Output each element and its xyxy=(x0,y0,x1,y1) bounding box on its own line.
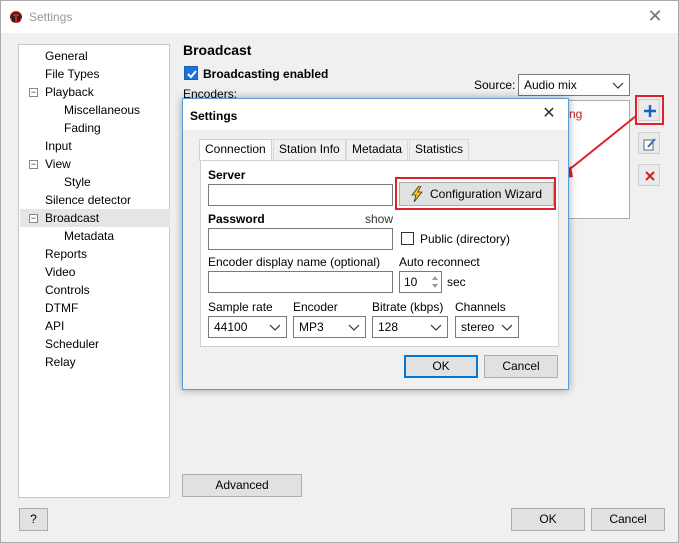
chevron-down-icon xyxy=(269,324,281,331)
collapse-playback-icon[interactable]: − xyxy=(29,88,38,97)
spinner-arrows-icon[interactable] xyxy=(431,274,439,290)
chevron-down-icon xyxy=(348,324,360,331)
tree-item-style[interactable]: Style xyxy=(64,173,91,191)
sample-rate-value: 44100 xyxy=(214,320,248,334)
tree-item-silence-detector[interactable]: Silence detector xyxy=(45,191,131,209)
tree-item-api[interactable]: API xyxy=(45,317,64,335)
channels-select[interactable]: stereo xyxy=(455,316,519,338)
tree-item-broadcast-row[interactable]: − Broadcast xyxy=(20,209,170,227)
tree-item-relay[interactable]: Relay xyxy=(45,353,76,371)
display-name-input[interactable] xyxy=(208,271,393,293)
server-label: Server xyxy=(208,168,246,182)
tree-item-view[interactable]: View xyxy=(45,155,71,173)
tree-item-metadata[interactable]: Metadata xyxy=(64,227,114,245)
lightning-icon xyxy=(411,186,423,202)
tree-item-reports[interactable]: Reports xyxy=(45,245,87,263)
tab-station-info[interactable]: Station Info xyxy=(273,139,346,160)
help-button[interactable]: ? xyxy=(19,508,48,531)
tree-item-controls[interactable]: Controls xyxy=(45,281,90,299)
window-title: Settings xyxy=(29,10,73,24)
app-icon xyxy=(10,11,22,23)
add-encoder-button[interactable] xyxy=(638,99,660,121)
dialog-cancel-button[interactable]: Cancel xyxy=(484,355,558,378)
bitrate-select[interactable]: 128 xyxy=(372,316,448,338)
chevron-down-icon xyxy=(430,324,442,331)
collapse-view-icon[interactable]: − xyxy=(29,160,38,169)
channels-value: stereo xyxy=(461,320,495,334)
delete-encoder-button[interactable] xyxy=(638,164,660,186)
bitrate-label: Bitrate (kbps) xyxy=(372,300,444,314)
tab-statistics[interactable]: Statistics xyxy=(409,139,470,160)
password-label: Password xyxy=(208,212,265,226)
source-label: Source: xyxy=(474,78,516,92)
source-select-value: Audio mix xyxy=(524,78,577,92)
auto-reconnect-value: 10 xyxy=(404,275,418,289)
channels-label: Channels xyxy=(455,300,506,314)
edit-encoder-button[interactable] xyxy=(638,132,660,154)
tab-metadata[interactable]: Metadata xyxy=(346,139,409,160)
broadcasting-enabled-checkbox[interactable] xyxy=(184,66,198,80)
auto-reconnect-label: Auto reconnect xyxy=(399,255,480,269)
tree-item-file-types[interactable]: File Types xyxy=(45,65,99,83)
encoder-select[interactable]: MP3 xyxy=(293,316,366,338)
tree-item-miscellaneous[interactable]: Miscellaneous xyxy=(64,101,140,119)
dialog-close-button[interactable]: ✕ xyxy=(536,103,562,125)
tree-item-dtmf[interactable]: DTMF xyxy=(45,299,78,317)
tree-item-video[interactable]: Video xyxy=(45,263,75,281)
window-close-button[interactable]: ✕ xyxy=(640,5,670,29)
show-password-link[interactable]: show xyxy=(365,212,393,226)
public-directory-checkbox[interactable] xyxy=(401,232,414,245)
title-bar: Settings ✕ xyxy=(1,1,678,33)
auto-reconnect-spinner[interactable]: 10 xyxy=(399,271,442,293)
dialog-title: Settings xyxy=(190,109,238,123)
configuration-wizard-button[interactable]: Configuration Wizard xyxy=(399,182,554,206)
auto-reconnect-unit: sec xyxy=(447,275,466,289)
sample-rate-select[interactable]: 44100 xyxy=(208,316,287,338)
page-title: Broadcast xyxy=(183,42,252,58)
settings-tree: General File Types − Playback Miscellane… xyxy=(18,44,170,498)
edit-icon xyxy=(643,138,656,151)
tree-item-input[interactable]: Input xyxy=(45,137,72,155)
delete-icon xyxy=(645,171,655,181)
sample-rate-label: Sample rate xyxy=(208,300,273,314)
public-directory-label[interactable]: Public (directory) xyxy=(420,232,510,246)
encoder-value: MP3 xyxy=(299,320,324,334)
ok-button[interactable]: OK xyxy=(511,508,585,531)
configuration-wizard-label: Configuration Wizard xyxy=(430,187,543,201)
check-icon xyxy=(187,70,197,79)
tree-item-playback[interactable]: Playback xyxy=(45,83,94,101)
tree-item-general[interactable]: General xyxy=(45,47,88,65)
advanced-button[interactable]: Advanced xyxy=(182,474,302,497)
password-input[interactable] xyxy=(208,228,393,250)
dialog-ok-button[interactable]: OK xyxy=(404,355,478,378)
tree-item-scheduler[interactable]: Scheduler xyxy=(45,335,99,353)
cancel-button[interactable]: Cancel xyxy=(591,508,665,531)
source-select[interactable]: Audio mix xyxy=(518,74,630,96)
dialog-title-bar: Settings ✕ xyxy=(183,99,568,130)
tree-item-fading[interactable]: Fading xyxy=(64,119,101,137)
chevron-down-icon xyxy=(612,82,624,89)
broadcasting-enabled-label[interactable]: Broadcasting enabled xyxy=(203,67,328,81)
display-name-label: Encoder display name (optional) xyxy=(208,255,381,269)
server-input[interactable] xyxy=(208,184,393,206)
tree-item-broadcast[interactable]: Broadcast xyxy=(45,209,99,227)
settings-window: Settings ✕ General File Types − Playback… xyxy=(0,0,679,543)
encoder-label: Encoder xyxy=(293,300,338,314)
collapse-broadcast-icon[interactable]: − xyxy=(29,214,38,223)
chevron-down-icon xyxy=(501,324,513,331)
encoder-settings-dialog: Settings ✕ Connection Station Info Metad… xyxy=(182,98,569,390)
tab-connection[interactable]: Connection xyxy=(199,139,272,161)
plus-icon xyxy=(644,105,656,117)
bitrate-value: 128 xyxy=(378,320,399,334)
